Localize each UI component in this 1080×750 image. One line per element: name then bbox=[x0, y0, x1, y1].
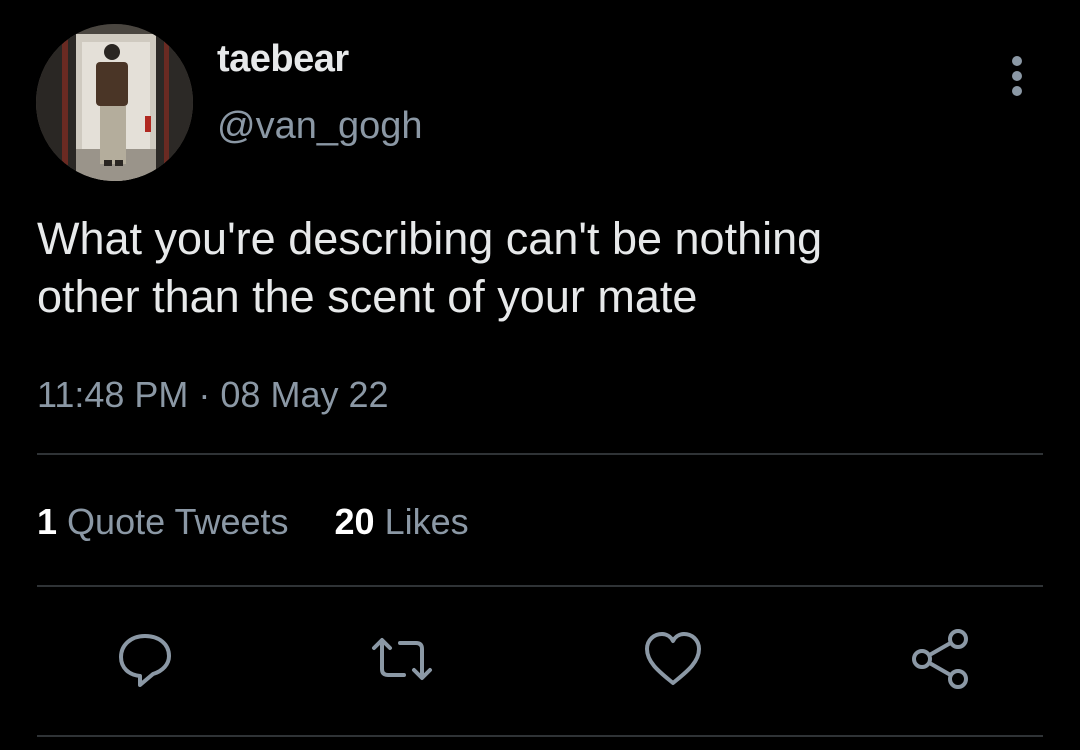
tweet-text-line: What you're describing can't be nothing bbox=[37, 213, 823, 264]
avatar[interactable] bbox=[36, 24, 193, 181]
heart-icon bbox=[645, 632, 701, 685]
likes-stat[interactable]: 20 Likes bbox=[335, 501, 469, 543]
tweet-detail: taebear @van_gogh What you're describing… bbox=[0, 0, 1080, 750]
like-button[interactable] bbox=[641, 627, 705, 691]
reply-button[interactable] bbox=[113, 627, 177, 691]
more-options-button[interactable] bbox=[1000, 52, 1034, 100]
retweet-icon bbox=[372, 638, 432, 680]
display-name[interactable]: taebear bbox=[217, 38, 349, 81]
reply-icon bbox=[119, 634, 171, 687]
tweet-timestamp[interactable]: 11:48 PM · 08 May 22 bbox=[37, 374, 389, 416]
divider bbox=[37, 735, 1043, 737]
likes-count: 20 bbox=[334, 501, 375, 542]
quote-tweets-stat[interactable]: 1 Quote Tweets bbox=[37, 501, 289, 543]
tweet-text-line: other than the scent of your mate bbox=[37, 271, 698, 322]
likes-label: Likes bbox=[384, 501, 469, 542]
share-icon bbox=[912, 629, 968, 689]
quote-tweets-label: Quote Tweets bbox=[67, 501, 289, 542]
profile-photo-icon bbox=[36, 24, 193, 181]
divider bbox=[37, 453, 1043, 455]
tweet-text: What you're describing can't be nothing … bbox=[37, 210, 1047, 326]
tweet-stats: 1 Quote Tweets 20 Likes bbox=[37, 501, 469, 543]
quote-tweets-count: 1 bbox=[37, 501, 58, 542]
share-button[interactable] bbox=[908, 627, 972, 691]
more-vertical-icon bbox=[1012, 56, 1022, 96]
user-handle[interactable]: @van_gogh bbox=[217, 105, 423, 148]
retweet-button[interactable] bbox=[370, 627, 434, 691]
divider bbox=[37, 585, 1043, 587]
